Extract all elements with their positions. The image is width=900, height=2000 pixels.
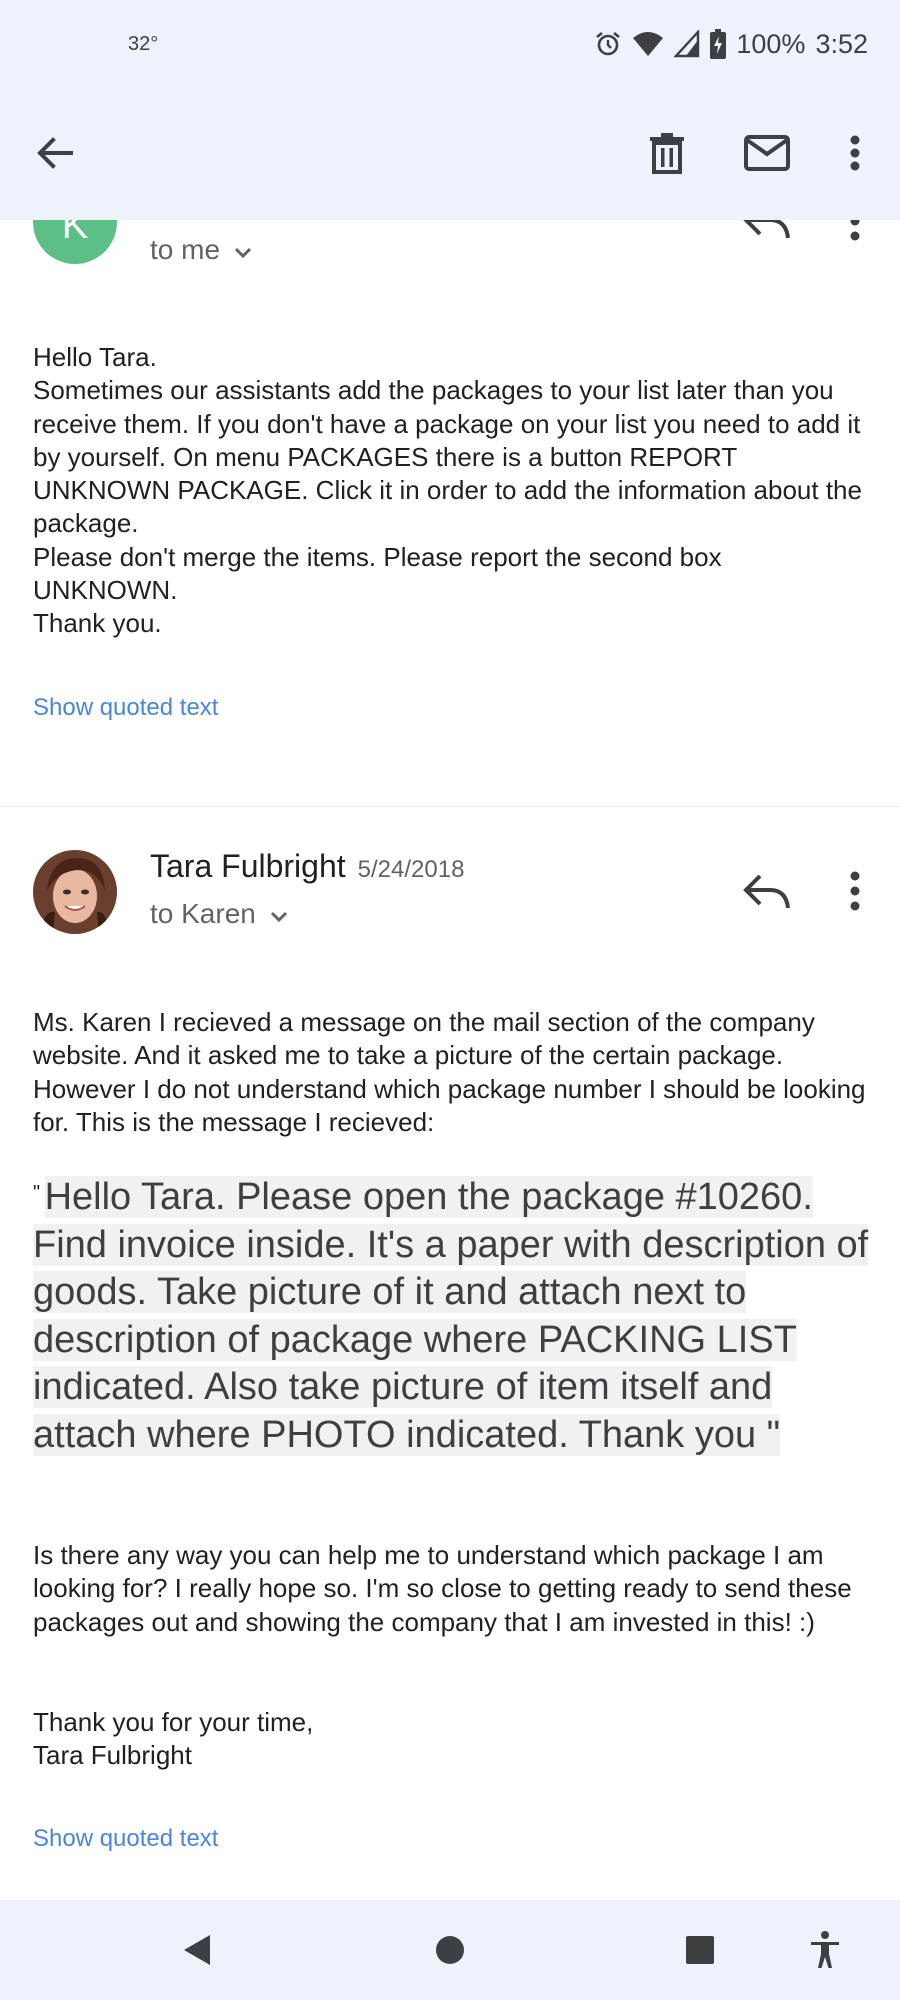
- message-more-button[interactable]: [840, 868, 870, 914]
- message-body: Is there any way you can help me to unde…: [33, 1540, 852, 1637]
- more-vert-icon: [849, 135, 861, 176]
- message-more-button[interactable]: [840, 220, 870, 242]
- show-quoted-text-link[interactable]: Show quoted text: [33, 694, 218, 722]
- sender-avatar[interactable]: K: [33, 220, 117, 264]
- clock: 3:52: [815, 28, 868, 59]
- message-signature: Thank you for your time, Tara Fulbright: [33, 1706, 873, 1773]
- arrow-back-icon: [35, 133, 75, 178]
- reply-button[interactable]: [740, 220, 794, 242]
- status-icons: 100% 3:52: [594, 24, 868, 64]
- quoted-message: " Hello Tara. Please open the package #1…: [33, 1174, 873, 1460]
- body-line: Hello Tara.: [33, 342, 157, 372]
- system-navigation-bar: [0, 1900, 900, 2000]
- recipient-label: to me: [150, 234, 221, 265]
- reply-icon: [740, 874, 794, 916]
- cell-signal-icon: [674, 30, 700, 58]
- avatar-photo-image: [33, 850, 117, 934]
- message-divider: [0, 806, 900, 807]
- accessibility-icon: [809, 1930, 841, 1975]
- message-body: Hello Tara. Sometimes our assistants add…: [33, 341, 873, 641]
- back-button[interactable]: [20, 120, 90, 190]
- recipient-details-toggle[interactable]: to Karen: [150, 898, 288, 930]
- mark-unread-icon: [744, 134, 790, 176]
- chevron-down-icon: [234, 234, 252, 266]
- signature-line: Tara Fulbright: [33, 1740, 192, 1771]
- more-options-button[interactable]: [820, 120, 890, 190]
- more-vert-icon: [840, 220, 870, 242]
- reply-icon: [740, 220, 794, 242]
- message-body-intro: Ms. Karen I recieved a message on the ma…: [33, 1007, 866, 1137]
- accessibility-button[interactable]: [803, 1930, 847, 1974]
- delete-button[interactable]: [632, 120, 702, 190]
- recipient-label: to Karen: [150, 898, 256, 929]
- recipient-details-toggle[interactable]: to me: [150, 234, 252, 266]
- mark-unread-button[interactable]: [732, 120, 802, 190]
- sender-name: Tara Fulbright: [150, 848, 346, 884]
- reply-button[interactable]: [740, 870, 794, 912]
- show-quoted-text-link[interactable]: Show quoted text: [33, 1825, 218, 1853]
- quoted-text: Hello Tara. Please open the package #102…: [33, 1176, 869, 1456]
- status-bar: 32° 100% 3:52: [0, 0, 900, 90]
- sender-avatar[interactable]: [33, 850, 117, 934]
- nav-home-button[interactable]: [428, 1930, 472, 1974]
- delete-icon: [649, 132, 685, 179]
- avatar-letter: K: [61, 220, 89, 247]
- alarm-icon: [594, 30, 622, 58]
- body-line: Please don't merge the items. Please rep…: [33, 541, 722, 606]
- more-vert-icon: [840, 871, 870, 918]
- message-date: 5/24/2018: [357, 856, 465, 883]
- battery-icon: [710, 29, 727, 59]
- square-recents-icon: [685, 1935, 715, 1970]
- signature-line: Thank you for your time,: [33, 1707, 314, 1737]
- weather-temperature: 32°: [128, 33, 159, 55]
- body-line: Thank you.: [33, 608, 162, 639]
- body-line: Sometimes our assistants add the package…: [33, 375, 862, 539]
- nav-recents-button[interactable]: [678, 1930, 722, 1974]
- sender-line: Tara Fulbright 5/24/2018: [150, 848, 464, 885]
- nav-back-button[interactable]: [175, 1930, 219, 1974]
- conversation-thread: K to me Hello Tara. Sometimes our assist…: [0, 220, 900, 1900]
- triangle-back-icon: [182, 1933, 212, 1972]
- wifi-icon: [632, 30, 664, 58]
- battery-percent: 100%: [736, 28, 806, 59]
- quote-open-mark: ": [33, 1182, 41, 1204]
- chevron-down-icon: [270, 898, 288, 930]
- app-toolbar: [0, 90, 900, 220]
- circle-home-icon: [435, 1935, 465, 1970]
